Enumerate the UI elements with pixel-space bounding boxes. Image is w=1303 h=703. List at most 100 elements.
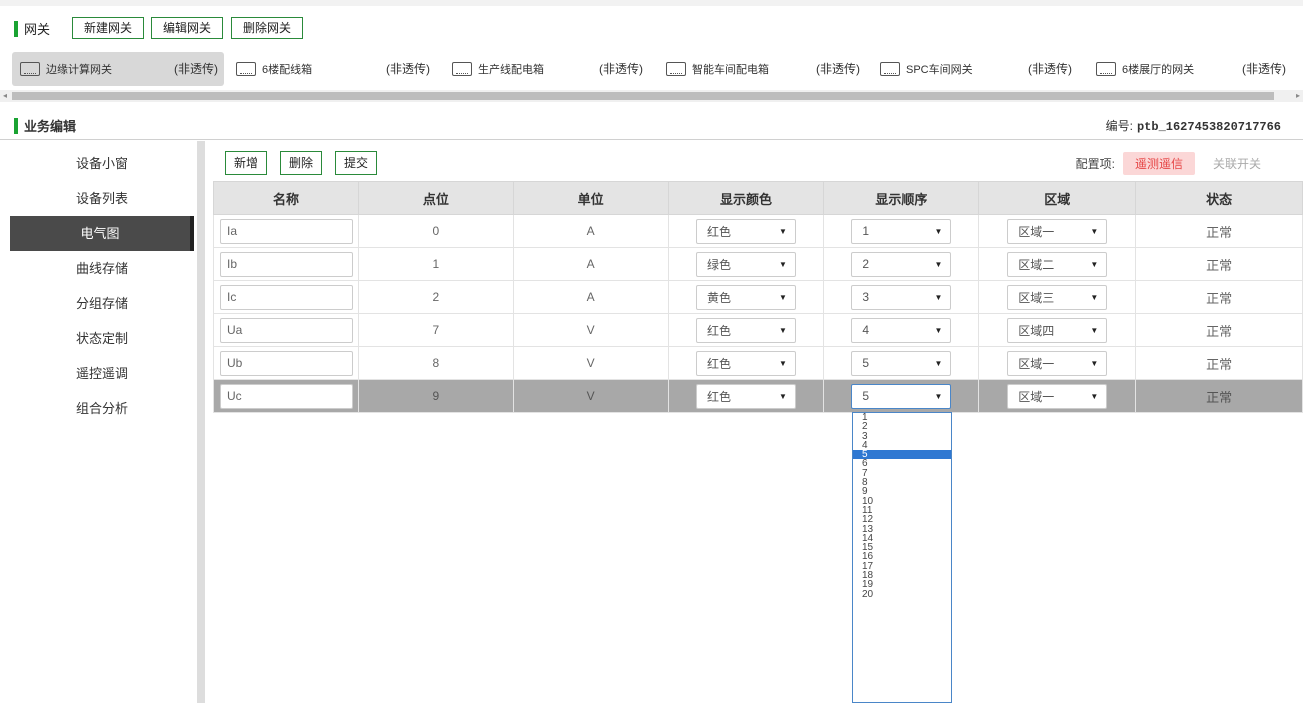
gateway-item[interactable]: SPC车间网关 (非透传)	[872, 52, 1086, 86]
chevron-down-icon: ▼	[779, 226, 787, 236]
chevron-down-icon: ▼	[1090, 226, 1099, 236]
delete-gateway-button[interactable]: 删除网关	[231, 17, 303, 39]
column-header-unit: 单位	[512, 181, 669, 215]
gateway-mode-tag: (非透传)	[816, 62, 860, 76]
config-label: 配置项:	[1075, 157, 1115, 171]
color-select[interactable]: 红色 ▼	[695, 350, 796, 376]
order-select-value: 1	[862, 224, 870, 238]
order-dropdown-list[interactable]: 1 2 3 4 5 6 7 8 9 10 11 12 13 14 15 16 17 18 19 20	[852, 412, 952, 703]
region-select[interactable]: 区域四 ▼	[1007, 317, 1108, 343]
gateway-device-icon	[880, 62, 900, 76]
gateway-device-icon	[20, 62, 40, 76]
delete-button[interactable]: 删除	[280, 151, 322, 175]
gateway-mode-tag: (非透传)	[1028, 62, 1072, 76]
order-select[interactable]: 2 ▼	[851, 251, 952, 277]
tab-telemetry[interactable]: 遥测遥信	[1122, 152, 1195, 175]
chevron-down-icon: ▼	[779, 292, 787, 302]
column-header-region: 区域	[978, 181, 1137, 215]
gateway-item[interactable]: 6楼配线箱 (非透传)	[228, 52, 440, 86]
gateway-name: 6楼展厅的网关	[1122, 64, 1195, 76]
region-select[interactable]: 区域二 ▼	[1007, 251, 1108, 277]
color-select[interactable]: 红色 ▼	[695, 218, 796, 244]
name-input[interactable]: Uc	[220, 383, 353, 409]
unit-cell: A	[512, 247, 669, 281]
region-select[interactable]: 区域三 ▼	[1007, 284, 1108, 310]
add-button[interactable]: 新增	[225, 151, 267, 175]
color-select[interactable]: 黄色 ▼	[695, 284, 796, 310]
gateway-horizontal-scrollbar[interactable]: ◂ ▸	[0, 90, 1303, 102]
color-select[interactable]: 红色 ▼	[695, 383, 796, 409]
edit-gateway-button[interactable]: 编辑网关	[151, 17, 223, 39]
gateway-item[interactable]: 6楼展厅的网关 (非透传)	[1088, 52, 1300, 86]
sidebar-item-device-list[interactable]: 设备列表	[10, 181, 194, 216]
sidebar-item-status-custom[interactable]: 状态定制	[10, 321, 194, 356]
table-row: Ia 0 A 红色 ▼ 1 ▼ 区域一 ▼ 正常	[213, 214, 1303, 248]
order-select[interactable]: 5 ▼	[851, 350, 952, 376]
sidebar-item-curve-storage[interactable]: 曲线存储	[10, 251, 194, 286]
section-marker	[14, 20, 18, 37]
new-gateway-button[interactable]: 新建网关	[72, 17, 144, 39]
status-cell: 正常	[1135, 280, 1303, 314]
gateway-name: SPC车间网关	[906, 64, 973, 76]
code-value: ptb_1627453820717766	[1136, 120, 1281, 134]
color-select-value: 红色	[706, 323, 731, 338]
region-select[interactable]: 区域一 ▼	[1007, 218, 1108, 244]
section-code: 编号: ptb_1627453820717766	[1106, 117, 1281, 134]
name-input[interactable]: Ib	[220, 251, 353, 277]
chevron-down-icon: ▼	[934, 325, 943, 335]
unit-cell: V	[512, 346, 669, 380]
color-select-value: 红色	[706, 389, 731, 404]
order-select-open[interactable]: 5 ▼	[851, 383, 952, 409]
section-marker	[14, 117, 18, 134]
tab-linked-switch[interactable]: 关联开关	[1201, 152, 1273, 175]
region-select[interactable]: 区域一 ▼	[1007, 350, 1108, 376]
chevron-down-icon: ▼	[779, 391, 787, 401]
status-cell: 正常	[1135, 346, 1303, 380]
status-cell: 正常	[1135, 247, 1303, 281]
order-select[interactable]: 4 ▼	[851, 317, 952, 343]
order-select[interactable]: 1 ▼	[851, 218, 952, 244]
section-title: 业务编辑	[24, 119, 77, 134]
gateway-device-icon	[1096, 62, 1116, 76]
name-input[interactable]: Ua	[220, 317, 353, 343]
sidebar-item-combined-analysis[interactable]: 组合分析	[10, 391, 194, 426]
color-select[interactable]: 红色 ▼	[695, 317, 796, 343]
gateway-list: 边缘计算网关 (非透传) 6楼配线箱 (非透传) 生产线配电箱 (非透传) 智能…	[0, 50, 1303, 90]
name-input[interactable]: Ub	[220, 350, 353, 376]
sidebar-item-electrical-diagram[interactable]: 电气图	[10, 216, 194, 251]
table-row-selected: Uc 9 V 红色 ▼ 5 ▼ 区域一 ▼ 正常	[213, 379, 1303, 413]
region-select-value: 区域一	[1018, 224, 1055, 239]
sidebar-item-group-storage[interactable]: 分组存储	[10, 286, 194, 321]
sidebar-item-remote-control[interactable]: 遥控遥调	[10, 356, 194, 391]
sidebar-divider	[197, 141, 205, 703]
gateway-title: 网关	[24, 22, 51, 37]
color-select[interactable]: 绿色 ▼	[695, 251, 796, 277]
status-cell: 正常	[1135, 313, 1303, 347]
scroll-right-icon[interactable]: ▸	[1293, 90, 1303, 102]
dropdown-option[interactable]: 20	[853, 589, 951, 599]
region-select-value: 区域四	[1018, 323, 1055, 338]
gateway-mode-tag: (非透传)	[599, 62, 643, 76]
gateway-item[interactable]: 智能车间配电箱 (非透传)	[658, 52, 872, 86]
region-select-value: 区域二	[1018, 257, 1055, 272]
unit-cell: A	[512, 214, 669, 248]
table-header-row: 名称 点位 单位 显示颜色 显示顺序 区域 状态	[213, 181, 1303, 215]
order-select[interactable]: 3 ▼	[851, 284, 952, 310]
name-input[interactable]: Ic	[220, 284, 353, 310]
gateway-name: 生产线配电箱	[478, 64, 544, 76]
scroll-left-icon[interactable]: ◂	[0, 90, 10, 102]
sidebar: 设备小窗 设备列表 电气图 曲线存储 分组存储 状态定制 遥控遥调 组合分析	[10, 146, 194, 703]
gateway-name: 边缘计算网关	[46, 64, 112, 76]
gateway-item[interactable]: 生产线配电箱 (非透传)	[444, 52, 656, 86]
order-select-value: 5	[862, 356, 870, 370]
region-select[interactable]: 区域一 ▼	[1007, 383, 1108, 409]
order-select-value: 2	[862, 257, 870, 271]
scrollbar-thumb[interactable]	[12, 92, 1274, 100]
submit-button[interactable]: 提交	[335, 151, 377, 175]
name-input[interactable]: Ia	[220, 218, 353, 244]
gateway-item[interactable]: 边缘计算网关 (非透传)	[12, 52, 224, 86]
color-select-value: 黄色	[706, 290, 731, 305]
config-tabs: 配置项: 遥测遥信 关联开关	[1076, 152, 1273, 175]
chevron-down-icon: ▼	[1090, 325, 1099, 335]
sidebar-item-device-window[interactable]: 设备小窗	[10, 146, 194, 181]
